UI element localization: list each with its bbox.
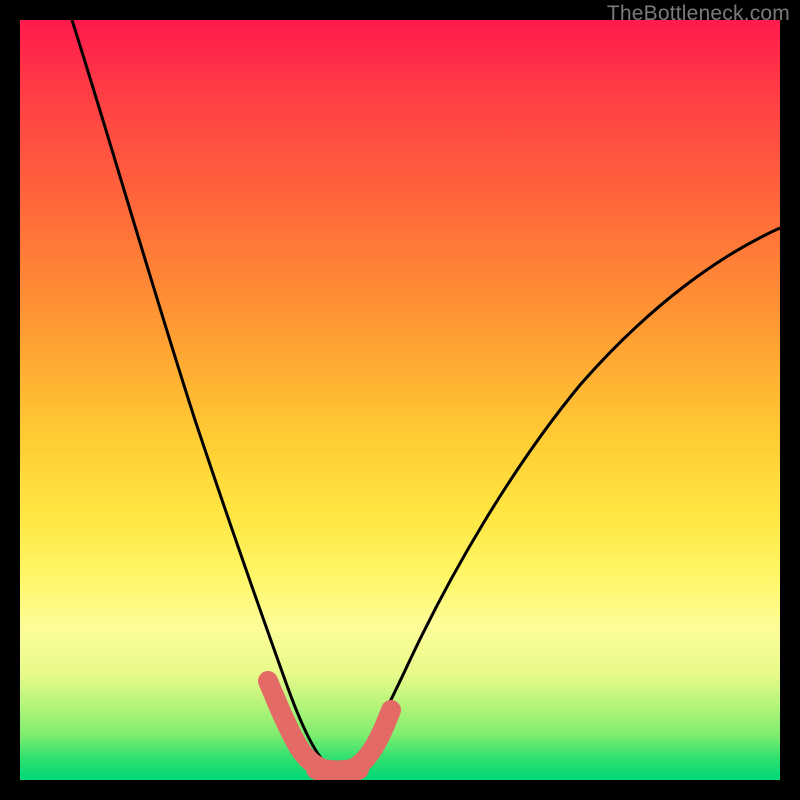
chart-frame: [0, 0, 800, 800]
watermark-text: TheBottleneck.com: [607, 2, 790, 26]
